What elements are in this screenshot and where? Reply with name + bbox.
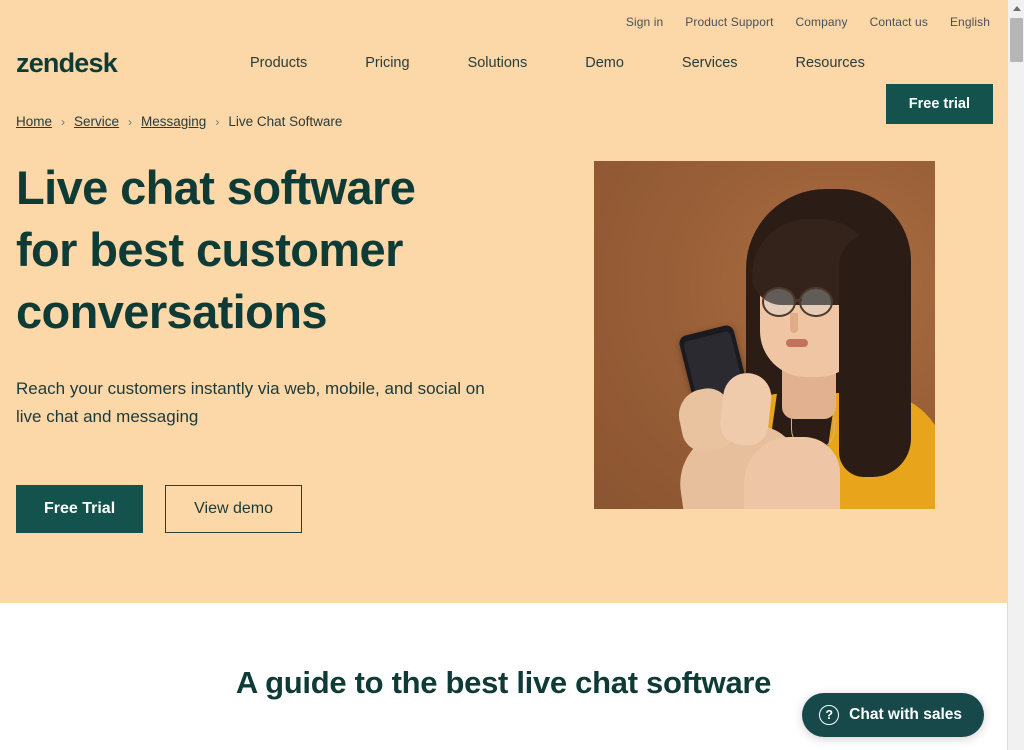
page-root: Sign in Product Support Company Contact …	[0, 0, 1024, 750]
hero-section: Sign in Product Support Company Contact …	[0, 0, 1007, 603]
zendesk-logo[interactable]: zendesk	[16, 48, 118, 79]
vertical-scrollbar[interactable]	[1007, 0, 1024, 750]
headline-line-1: Live chat software	[16, 161, 416, 214]
utility-link-language[interactable]: English	[950, 15, 990, 29]
headline-line-3: conversations	[16, 285, 327, 338]
breadcrumb-item-messaging[interactable]: Messaging	[141, 114, 206, 129]
breadcrumb-separator-icon: ›	[128, 114, 133, 129]
breadcrumb-item-current: Live Chat Software	[228, 114, 343, 129]
question-circle-icon: ?	[819, 705, 840, 725]
main-navigation: zendesk Products Pricing Solutions Demo …	[0, 34, 1007, 124]
utility-link-product-support[interactable]: Product Support	[685, 15, 773, 29]
view-demo-button[interactable]: View demo	[165, 485, 303, 533]
photo-lips	[786, 339, 808, 347]
breadcrumb-separator-icon: ›	[61, 114, 66, 129]
hero-subheading: Reach your customers instantly via web, …	[16, 375, 496, 431]
nav-item-solutions[interactable]: Solutions	[468, 55, 528, 71]
utility-link-contact-us[interactable]: Contact us	[870, 15, 928, 29]
chat-widget-label: Chat with sales	[849, 706, 962, 723]
hero-body: Live chat software for best customer con…	[0, 129, 1007, 533]
utility-link-sign-in[interactable]: Sign in	[626, 15, 663, 29]
nav-item-resources[interactable]: Resources	[796, 55, 865, 71]
free-trial-button[interactable]: Free Trial	[16, 485, 144, 533]
headline-line-2: for best customer	[16, 223, 403, 276]
photo-nose	[790, 313, 798, 333]
nav-links: Products Pricing Solutions Demo Services…	[250, 34, 865, 92]
scroll-up-triangle	[1012, 6, 1021, 11]
photo-arm-right	[744, 437, 840, 509]
utility-link-company[interactable]: Company	[796, 15, 848, 29]
page-title: Live chat software for best customer con…	[16, 157, 576, 343]
nav-item-services[interactable]: Services	[682, 55, 738, 71]
breadcrumb-item-service[interactable]: Service	[74, 114, 119, 129]
hero-cta-row: Free Trial View demo	[16, 485, 576, 533]
hero-photo	[594, 161, 935, 509]
nav-free-trial-button[interactable]: Free trial	[885, 84, 993, 124]
chat-with-sales-button[interactable]: ? Chat with sales	[802, 693, 984, 737]
nav-item-demo[interactable]: Demo	[585, 55, 624, 71]
breadcrumb-separator-icon: ›	[215, 114, 220, 129]
photo-hand-upper	[718, 370, 774, 448]
hero-image-column	[594, 157, 935, 533]
subhead-line-1: Reach your customers instantly via web, …	[16, 379, 413, 398]
scrollbar-thumb[interactable]	[1010, 18, 1023, 62]
nav-item-pricing[interactable]: Pricing	[365, 55, 409, 71]
scroll-up-arrow-icon[interactable]	[1008, 0, 1024, 17]
photo-glasses-bridge	[795, 299, 802, 302]
breadcrumb-item-home[interactable]: Home	[16, 114, 52, 129]
photo-glasses-right-lens	[799, 287, 833, 317]
hero-text-column: Live chat software for best customer con…	[16, 157, 576, 533]
utility-bar: Sign in Product Support Company Contact …	[0, 0, 1007, 34]
browser-viewport: Sign in Product Support Company Contact …	[0, 0, 1007, 750]
photo-hair-side	[839, 233, 911, 477]
nav-item-products[interactable]: Products	[250, 55, 307, 71]
breadcrumb: Home › Service › Messaging › Live Chat S…	[0, 92, 1007, 129]
